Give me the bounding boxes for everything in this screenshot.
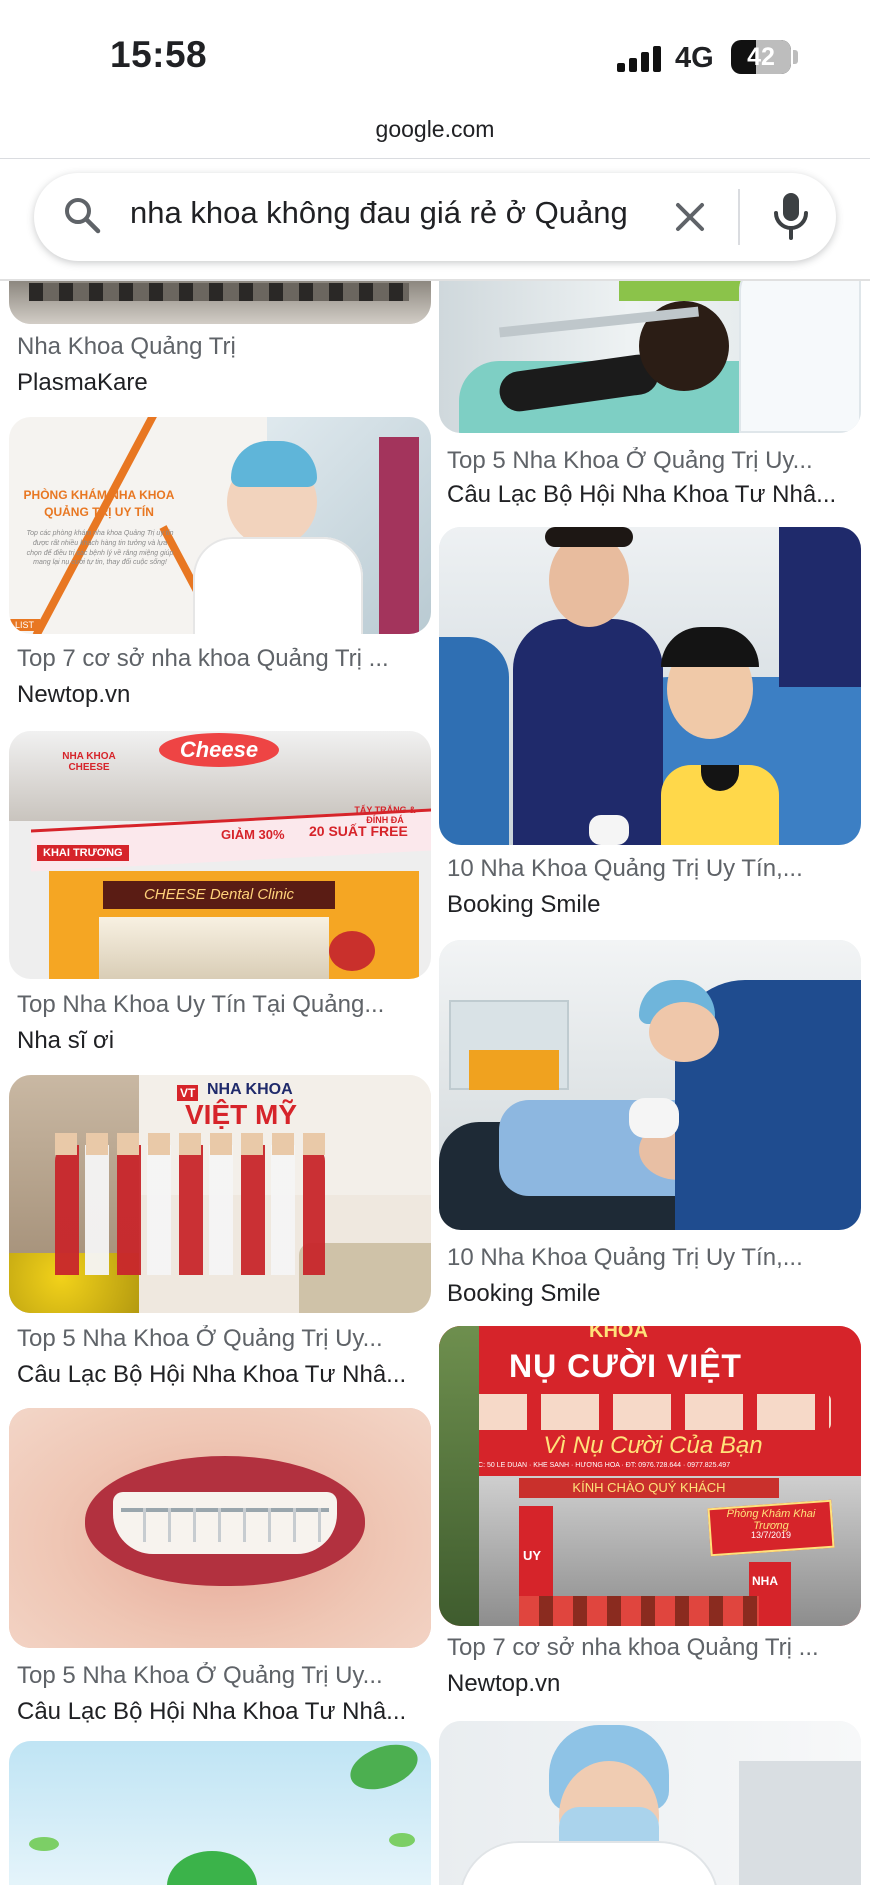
result-card[interactable]: PHÒNG KHÁM NHA KHOA QUẢNG TRỊ UY TÍN Top… <box>9 417 431 717</box>
result-thumbnail[interactable] <box>9 1741 431 1885</box>
microphone-icon[interactable] <box>769 191 813 241</box>
result-card[interactable] <box>439 1721 861 1885</box>
result-source: Câu Lạc Bộ Hội Nha Khoa Tư Nhâ... <box>17 1361 407 1388</box>
result-thumbnail[interactable]: VT NHA KHOA VIỆT MỸ <box>9 1075 431 1313</box>
network-type: 4G <box>675 42 714 74</box>
address-domain[interactable]: google.com <box>0 116 870 143</box>
battery-icon: 42 <box>731 40 791 74</box>
result-card[interactable]: Nha Khoa Quảng Trị PlasmaKare <box>9 281 431 401</box>
image-slogan: Vì Nụ Cười Của Bạn <box>543 1432 763 1459</box>
result-thumbnail[interactable] <box>439 527 861 845</box>
search-box[interactable]: nha khoa không đau giá rẻ ở Quảng <box>34 173 836 261</box>
search-divider <box>738 189 740 245</box>
image-name: NỤ CƯỜI VIỆT <box>509 1348 742 1384</box>
result-title[interactable]: Nha Khoa Quảng Trị <box>17 333 427 361</box>
image-address: ĐC: 50 LÊ DUẨN · KHE SANH · HƯỚNG HÓA · … <box>473 1462 731 1469</box>
result-source: Câu Lạc Bộ Hội Nha Khoa Tư Nhâ... <box>447 481 837 508</box>
result-title[interactable]: 10 Nha Khoa Quảng Trị Uy Tín,... <box>447 1244 857 1272</box>
result-thumbnail[interactable] <box>9 1408 431 1648</box>
result-source: PlasmaKare <box>17 369 148 396</box>
result-thumbnail[interactable] <box>439 940 861 1230</box>
search-input[interactable]: nha khoa không đau giá rẻ ở Quảng <box>130 195 675 231</box>
result-title[interactable]: Top 7 cơ sở nha khoa Quảng Trị ... <box>17 645 427 673</box>
result-card[interactable] <box>9 1741 431 1885</box>
result-source: Booking Smile <box>447 1280 601 1307</box>
image-brand: Cheese <box>159 733 279 767</box>
image-top: KHOA <box>589 1326 648 1342</box>
image-sign: CHEESE Dental Clinic <box>103 881 335 909</box>
image-pillar-right: NHA <box>752 1574 778 1588</box>
result-source: Câu Lạc Bộ Hội Nha Khoa Tư Nhâ... <box>17 1698 407 1725</box>
result-card[interactable]: 10 Nha Khoa Quảng Trị Uy Tín,... Booking… <box>439 527 861 918</box>
image-results-grid: Nha Khoa Quảng Trị PlasmaKare PHÒNG KHÁM… <box>0 281 870 1885</box>
image-ribbon: KHAI TRƯƠNG <box>37 845 129 861</box>
image-body: Top các phòng khám nha khoa Quảng Trị uy… <box>26 530 174 567</box>
result-title[interactable]: Top Nha Khoa Uy Tín Tại Quảng... <box>17 991 427 1019</box>
result-card[interactable]: 10 Nha Khoa Quảng Trị Uy Tín,... Booking… <box>439 940 861 1310</box>
image-promo: TẨY TRẮNG & ĐÍNH ĐÁ <box>354 805 416 825</box>
image-heading: PHÒNG KHÁM NHA KHOA QUẢNG TRỊ UY TÍN <box>23 488 175 519</box>
image-free: 20 SUẤT FREE <box>309 823 408 839</box>
image-opening: Phòng Khám Khai Trương <box>726 1508 816 1532</box>
result-source: Newtop.vn <box>17 681 131 708</box>
search-icon[interactable] <box>62 195 102 235</box>
search-bar-shadow <box>0 279 870 281</box>
status-time: 15:58 <box>110 34 208 75</box>
result-card[interactable]: VT NHA KHOA VIỆT MỸ Top 5 Nha Khoa Ở Quả… <box>9 1075 431 1395</box>
image-banner: KÍNH CHÀO QUÝ KHÁCH <box>519 1478 779 1498</box>
result-thumbnail[interactable]: PHÒNG KHÁM NHA KHOA QUẢNG TRỊ UY TÍN Top… <box>9 417 431 634</box>
image-name: VIỆT MỸ <box>185 1099 298 1130</box>
image-logo: NHA KHOA <box>207 1081 293 1098</box>
image-discount: GIẢM 30% <box>221 827 285 842</box>
result-thumbnail[interactable] <box>439 1721 861 1885</box>
result-source: Newtop.vn <box>447 1670 561 1697</box>
cellular-signal-icon <box>617 46 663 72</box>
image-tag: LIST <box>9 619 41 631</box>
result-title[interactable]: Top 5 Nha Khoa Ở Quảng Trị Uy... <box>17 1325 427 1353</box>
image-banner: NHA KHOA CHEESE <box>62 751 116 773</box>
result-card[interactable]: Top 5 Nha Khoa Ở Quảng Trị Uy... Câu Lạc… <box>439 281 861 521</box>
result-title[interactable]: Top 5 Nha Khoa Ở Quảng Trị Uy... <box>447 447 857 475</box>
result-thumbnail[interactable]: KHOA NỤ CƯỜI VIỆT Vì Nụ Cười Của Bạn ĐC:… <box>439 1326 861 1626</box>
result-card[interactable]: KHOA NỤ CƯỜI VIỆT Vì Nụ Cười Của Bạn ĐC:… <box>439 1326 861 1716</box>
result-title[interactable]: Top 5 Nha Khoa Ở Quảng Trị Uy... <box>17 1662 427 1690</box>
result-thumbnail[interactable] <box>9 281 431 324</box>
status-bar: 15:58 4G 42 <box>0 0 870 110</box>
battery-cap <box>793 50 798 64</box>
result-title[interactable]: 10 Nha Khoa Quảng Trị Uy Tín,... <box>447 855 857 883</box>
battery-percent: 42 <box>747 43 775 71</box>
search-bar-container: nha khoa không đau giá rẻ ở Quảng <box>0 159 870 281</box>
image-pillar-left: UY <box>523 1548 542 1563</box>
result-card[interactable]: Cheese NHA KHOA CHEESE KHAI TRƯƠNG GIẢM … <box>9 731 431 1061</box>
result-source: Nha sĩ ơi <box>17 1027 115 1054</box>
result-title[interactable]: Top 7 cơ sở nha khoa Quảng Trị ... <box>447 1634 857 1662</box>
result-thumbnail[interactable] <box>439 281 861 433</box>
image-date: 13/7/2019 <box>750 1530 792 1540</box>
result-source: Booking Smile <box>447 891 601 918</box>
result-thumbnail[interactable]: Cheese NHA KHOA CHEESE KHAI TRƯƠNG GIẢM … <box>9 731 431 979</box>
clear-icon[interactable] <box>670 197 710 237</box>
result-card[interactable]: Top 5 Nha Khoa Ở Quảng Trị Uy... Câu Lạc… <box>9 1408 431 1738</box>
